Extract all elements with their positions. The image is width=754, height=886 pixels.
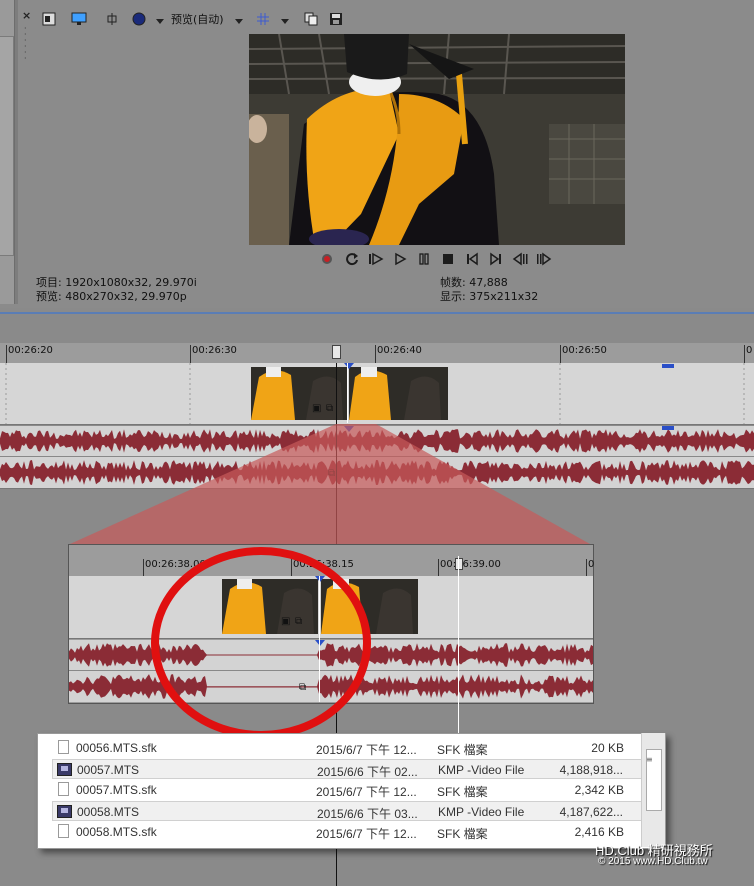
mts-video-file-icon [57,805,72,818]
playhead-handle[interactable] [455,558,463,570]
display-info: 显示: 375x211x32 [440,290,539,303]
overlay-icon[interactable] [130,10,148,28]
play-icon[interactable] [392,251,408,267]
file-date: 2015/6/7 下午 12... [316,785,417,799]
stop-icon[interactable] [440,251,456,267]
highlight-circle [151,547,371,739]
timeline-ruler[interactable]: 00:26:20 00:26:30 00:26:40 00:26:50 0 [0,343,754,364]
frame-count: 帧数: 47,888 [440,276,508,289]
panel-divider [0,312,754,314]
file-date: 2015/6/6 下午 02... [317,765,418,779]
file-size: 4,187,622... [559,805,623,819]
video-preview-frame [249,34,625,245]
ruler-label: 00:26:39.00 [440,559,501,570]
ruler-label: 00:26:40 [377,345,422,356]
ruler-label: 00:26:30 [192,345,237,356]
crop-icon[interactable]: ▣ [312,403,321,414]
properties-icon[interactable] [40,10,58,28]
grid-icon[interactable] [254,10,272,28]
prev-frame-icon[interactable] [512,251,528,267]
file-row[interactable]: 00056.MTS.sfk 2015/6/7 下午 12... SFK 檔案 20 K… [52,738,646,758]
file-name: 00057.MTS.sfk [76,783,157,797]
dock-grip-icon[interactable]: · · · · · · [24,25,30,63]
record-icon[interactable] [319,251,335,267]
sfk-file-icon [58,740,69,754]
sfk-file-icon [58,782,69,796]
split-screen-icon[interactable] [102,10,122,28]
preview-info: 预览: 480x270x32, 29.970p [36,290,187,303]
play-from-start-icon[interactable] [368,251,384,267]
ruler-label: 0 [746,345,753,356]
ruler-label: 0 [588,559,595,570]
file-row[interactable]: 00058.MTS.sfk 2015/6/7 下午 12... SFK 檔案 2,41… [52,822,646,842]
mts-video-file-icon [57,763,72,776]
panel-splitter[interactable] [15,0,18,304]
marker-icon[interactable] [344,363,354,369]
file-type: SFK 檔案 [437,743,488,757]
file-name: 00058.MTS.sfk [76,825,157,839]
ruler-label: 00:26:20 [8,345,53,356]
close-icon[interactable]: × [22,9,31,22]
file-type: SFK 檔案 [437,827,488,841]
file-size: 20 KB [591,741,624,755]
watermark-copyright: © 2015 www.HD.Club.tw [598,856,708,867]
transition-icon[interactable]: ⧉ [326,403,333,414]
region-marker-icon[interactable] [662,364,674,368]
video-clip-thumbnail[interactable] [349,367,448,420]
ruler-label: 00:26:50 [562,345,607,356]
file-size: 2,416 KB [574,825,624,839]
chevron-down-icon[interactable] [234,12,244,30]
file-name: 00058.MTS [77,805,140,819]
file-row[interactable]: 00058.MTS 2015/6/6 下午 03... KMP -Video Fil… [52,801,646,821]
grip-icon: ≡ [646,755,653,764]
next-frame-icon[interactable] [536,251,552,267]
go-to-end-icon[interactable] [488,251,504,267]
save-snapshot-icon[interactable] [327,10,345,28]
zoom-highlight-overlay [70,424,590,544]
file-date: 2015/6/7 下午 12... [316,743,417,757]
file-row[interactable]: 00057.MTS.sfk 2015/6/7 下午 12... SFK 檔案 2,34… [52,780,646,800]
file-explorer-list: 00056.MTS.sfk 2015/6/7 下午 12... SFK 檔案 20 K… [37,733,666,849]
monitor-icon[interactable] [70,10,88,28]
file-date: 2015/6/7 下午 12... [316,827,417,841]
go-to-start-icon[interactable] [464,251,480,267]
explorer-scrollbar[interactable]: ≡ [641,733,665,847]
inset-playhead-line [458,556,459,736]
loop-icon[interactable] [344,251,360,267]
video-track[interactable]: ▣ ⧉ [0,363,754,425]
file-size: 4,188,918... [559,763,623,777]
left-dock-panel [0,0,15,304]
file-date: 2015/6/6 下午 03... [317,807,418,821]
copy-snapshot-icon[interactable] [302,10,320,28]
sfk-file-icon [58,824,69,838]
project-info: 项目: 1920x1080x32, 29.970i [36,276,197,289]
file-name: 00057.MTS [77,763,140,777]
preview-quality-select[interactable]: 预览(自动) [171,11,224,27]
pause-icon[interactable] [416,251,432,267]
chevron-down-icon[interactable] [280,12,290,30]
file-size: 2,342 KB [574,783,624,797]
file-type: SFK 檔案 [437,785,488,799]
playhead-handle[interactable] [332,345,341,359]
file-name: 00056.MTS.sfk [76,741,157,755]
file-type: KMP -Video File [438,805,525,819]
edit-cursor [347,363,348,423]
chevron-down-icon[interactable] [155,12,165,30]
file-type: KMP -Video File [438,763,525,777]
file-row[interactable]: 00057.MTS 2015/6/6 下午 02... KMP -Video Fil… [52,759,646,779]
